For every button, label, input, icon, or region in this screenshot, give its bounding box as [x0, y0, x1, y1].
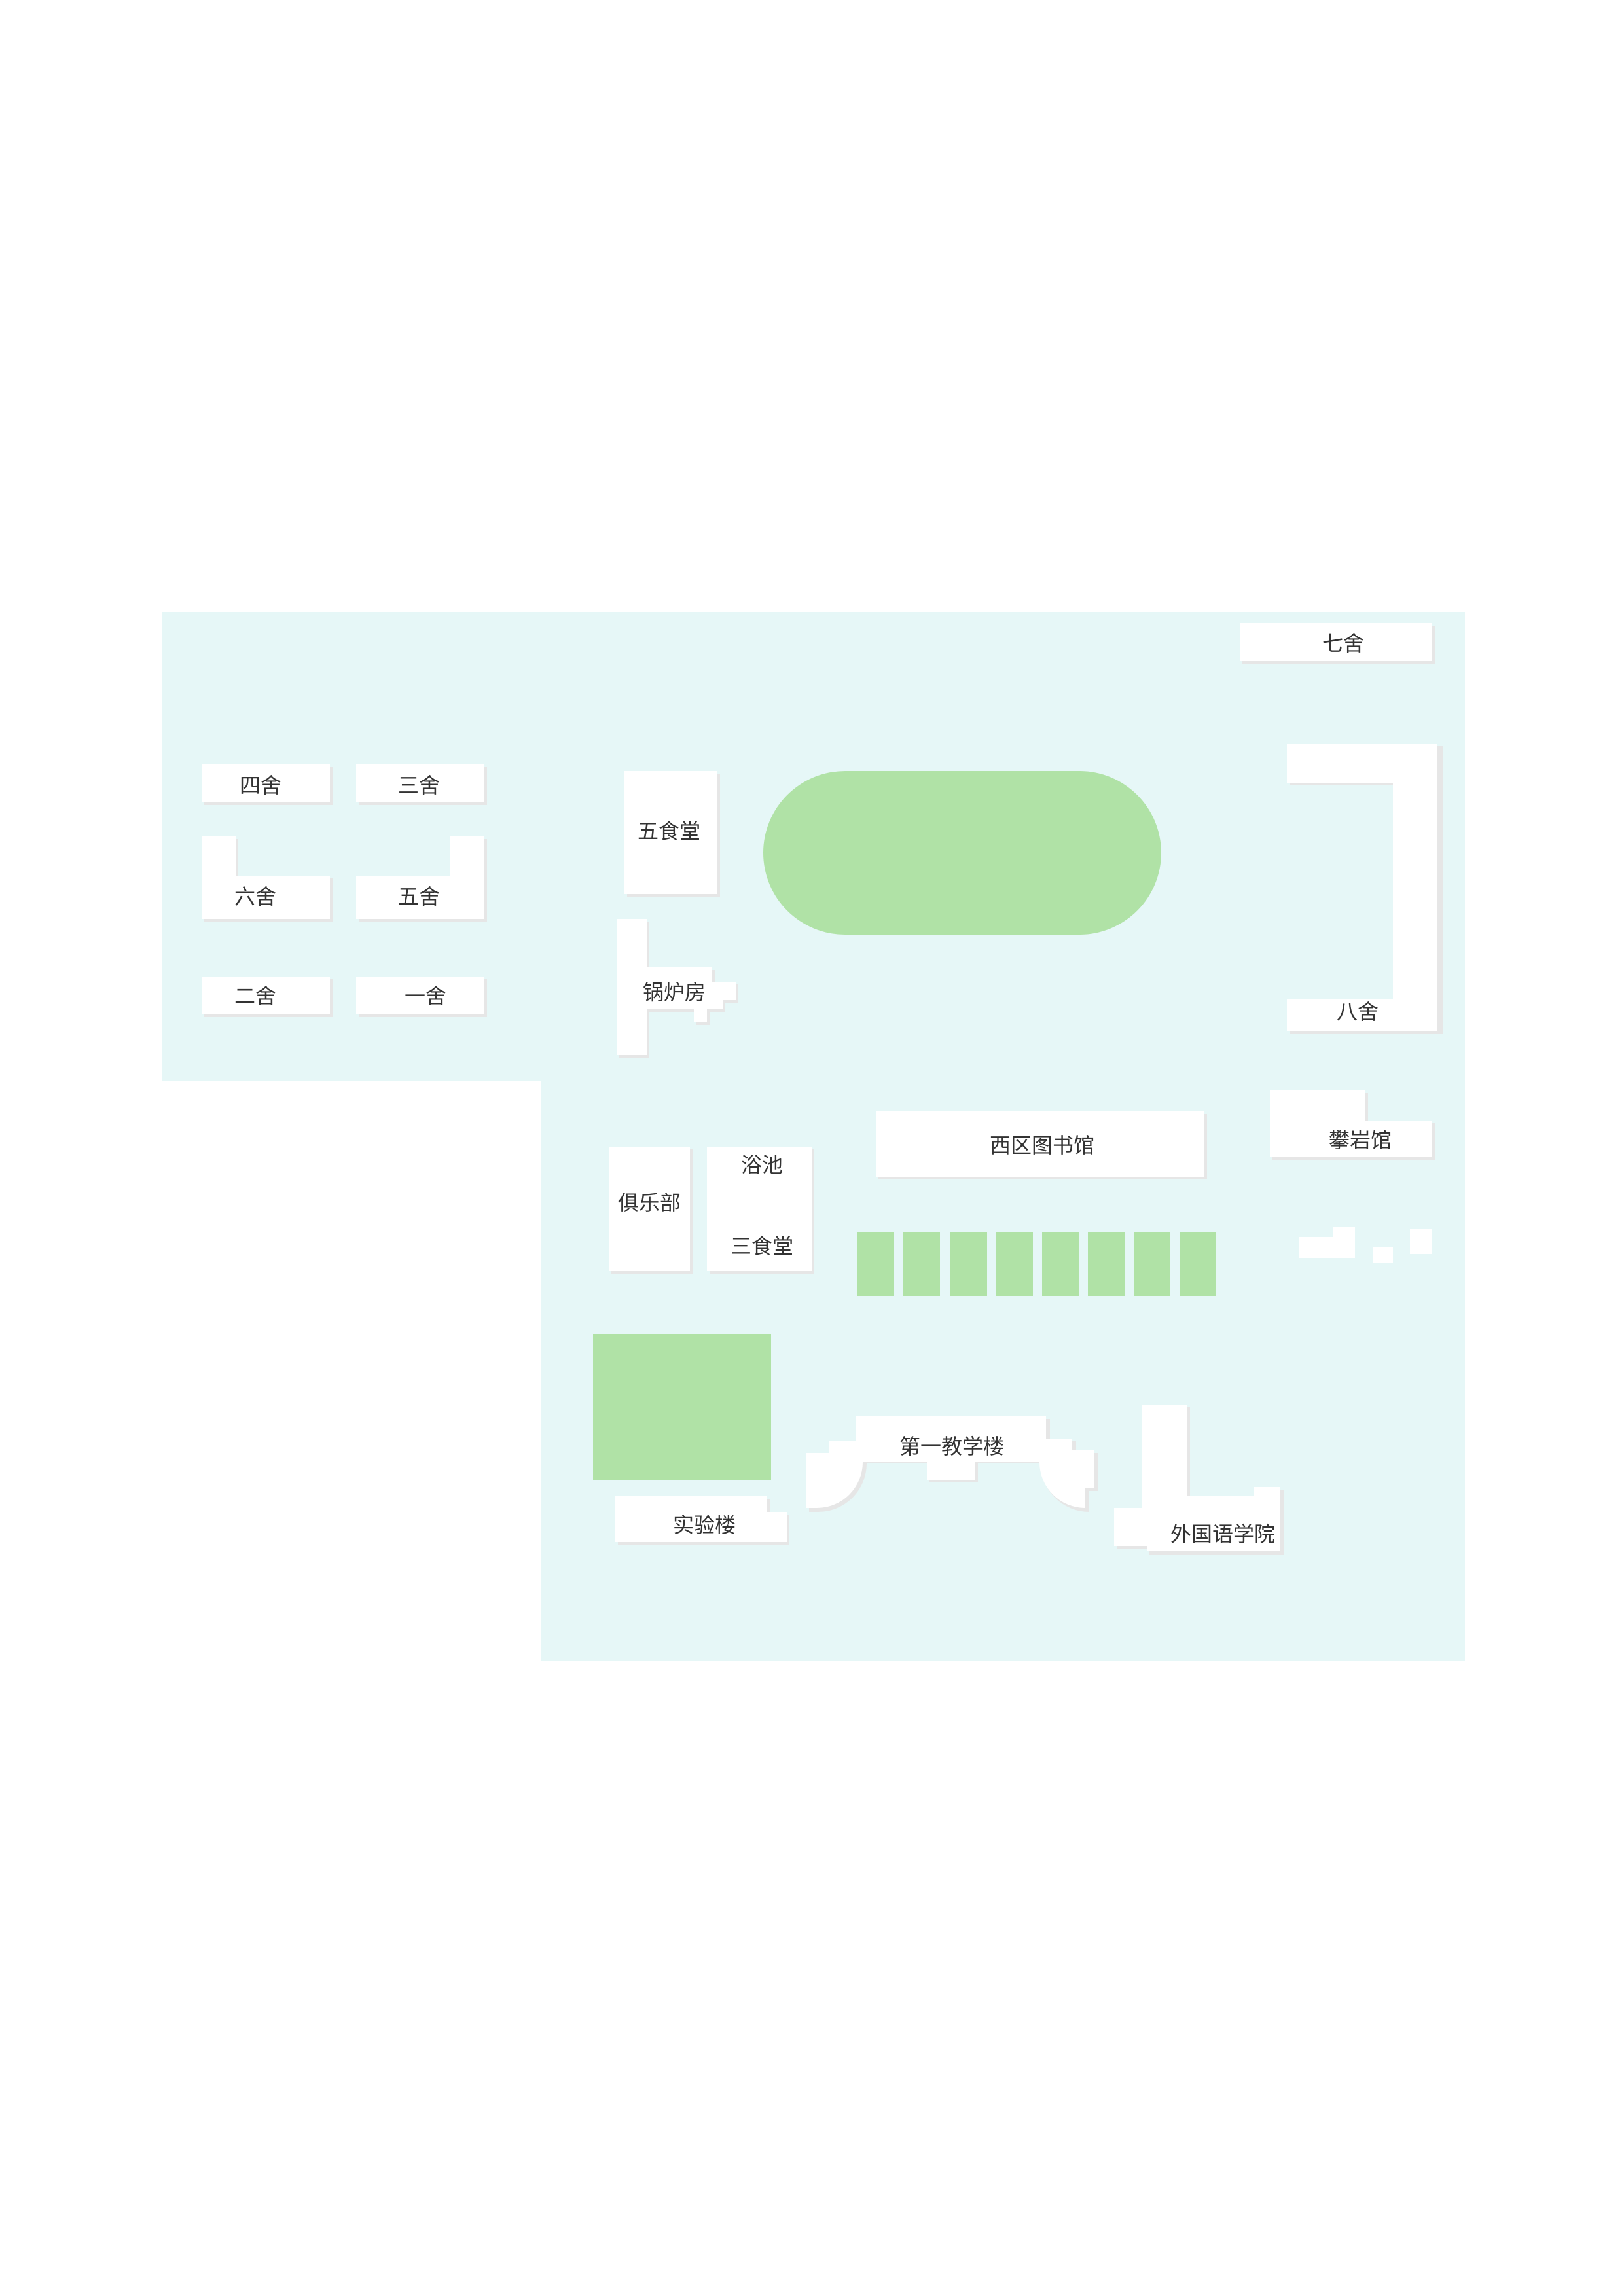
bathhouse-label: 浴池 — [741, 1153, 783, 1177]
small-building — [1410, 1229, 1432, 1254]
lab-building-label: 实验楼 — [673, 1513, 736, 1537]
green-strip — [903, 1232, 940, 1296]
sports-field — [763, 771, 1161, 935]
green-strip — [857, 1232, 894, 1296]
green-strip — [1042, 1232, 1079, 1296]
canteen-five-label: 五食堂 — [638, 819, 700, 844]
green-strip — [1180, 1232, 1216, 1296]
green-strip — [1088, 1232, 1125, 1296]
dorm-four-label: 四舍 — [240, 773, 281, 798]
green-strip — [950, 1232, 987, 1296]
dorm-one-label: 一舍 — [405, 984, 446, 1009]
green-strip — [996, 1232, 1033, 1296]
dorm-two-label: 二舍 — [234, 984, 276, 1009]
dorm-eight-label: 八舍 — [1337, 999, 1379, 1024]
dorm-five-label: 五舍 — [398, 884, 440, 909]
boiler-room-label: 锅炉房 — [643, 980, 706, 1005]
dorm-seven-label: 七舍 — [1322, 631, 1364, 656]
small-building — [1373, 1247, 1393, 1263]
west-library-label: 西区图书馆 — [990, 1133, 1094, 1158]
dorm-six-label: 六舍 — [234, 884, 276, 909]
teaching-building-one-label: 第一教学楼 — [899, 1434, 1004, 1459]
climbing-hall-label: 攀岩馆 — [1329, 1128, 1392, 1153]
green-square — [593, 1334, 771, 1480]
club-label: 俱乐部 — [618, 1191, 681, 1215]
campus-map: 七舍 四舍 三舍 六舍 五舍 二舍 一舍 五食堂 锅炉房 八舍 西区图书馆 攀岩… — [162, 612, 1465, 1661]
foreign-languages-school-label: 外国语学院 — [1170, 1522, 1275, 1547]
canteen-three-label: 三食堂 — [731, 1234, 793, 1259]
dorm-three-label: 三舍 — [398, 773, 440, 798]
green-strip — [1134, 1232, 1170, 1296]
